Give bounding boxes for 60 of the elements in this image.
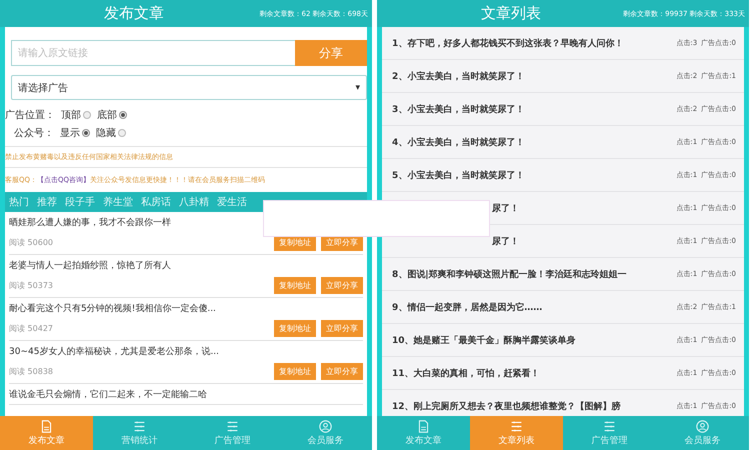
nav-tab[interactable]: 发布文章 [0, 416, 93, 450]
copy-link-button[interactable]: 复制地址 [274, 277, 316, 294]
article-title[interactable]: 2、小宝去美白，当时就笑尿了！ [392, 70, 524, 82]
copy-link-button[interactable]: 复制地址 [274, 363, 316, 380]
read-count: 阅读 50600 [9, 237, 53, 248]
list-icon [510, 420, 523, 432]
document-icon [40, 420, 53, 432]
screen-title: 发布文章 [104, 4, 164, 23]
document-icon [417, 420, 430, 432]
nav-tab[interactable]: 文章列表 [470, 416, 563, 450]
category-tab[interactable]: 爱生活 [217, 195, 247, 209]
nav-tab[interactable]: 营销统计 [93, 416, 186, 450]
user-icon [319, 420, 332, 432]
share-now-button[interactable]: 立即分享 [321, 320, 363, 337]
article-title[interactable]: 1、存下吧，好多人都花钱买不到这张表？早晚有人问你！ [392, 36, 624, 50]
nav-tab[interactable]: 广告管理 [563, 416, 656, 450]
article-title[interactable]: 8、图说|郑爽和李钟硕这照片配一脸！李治廷和志玲姐姐一 [392, 268, 627, 280]
nav-tab[interactable]: 发布文章 [377, 416, 470, 450]
radio-option[interactable]: 底部 [97, 108, 127, 122]
category-tab[interactable]: 八卦精 [179, 195, 209, 209]
share-now-button[interactable]: 立即分享 [321, 277, 363, 294]
user-icon [696, 420, 709, 432]
nav-tab[interactable]: 会员服务 [656, 416, 749, 450]
article-title[interactable]: 9、情侣一起变胖，居然是因为它…… [392, 300, 542, 314]
copy-link-button[interactable]: 复制地址 [274, 320, 316, 337]
radio-group-label: 公众号： [14, 127, 54, 140]
radio-option[interactable]: 隐藏 [96, 126, 126, 140]
caret-icon: ▾ [355, 82, 360, 92]
article-title[interactable]: 耐心看完这个只有5分钟的视频!我相信你一定会傻... [9, 302, 363, 315]
article-title[interactable]: 12、刚上完厕所又想去？夜里也频想谁整觉？【图解】膀 [392, 400, 621, 412]
share-button[interactable]: 分享 [295, 40, 367, 66]
article-title[interactable]: 10、她是赌王「最美千金」酥胸半露笑谈单身 [392, 334, 576, 346]
read-count: 阅读 50838 [9, 366, 53, 377]
category-tab[interactable]: 养生堂 [103, 195, 133, 209]
list-icon [603, 420, 616, 432]
list-icon [226, 420, 239, 432]
article-title[interactable]: 老婆与情人一起拍婚纱照，惊艳了所有人 [9, 259, 363, 272]
screen-title: 文章列表 [481, 4, 541, 23]
category-tab[interactable]: 推荐 [37, 195, 57, 209]
category-tab[interactable]: 热门 [9, 195, 29, 209]
article-title[interactable]: 谁说金毛只会煽情，它们二起来，不一定能输二哈 [9, 388, 363, 401]
article-title[interactable]: 30~45岁女人的幸福秘诀，尤其是爱老公那条，说... [9, 345, 363, 358]
list-icon [133, 420, 146, 432]
read-count: 阅读 50373 [9, 280, 53, 291]
article-title[interactable]: 3、小宝去美白，当时就笑尿了！ [392, 102, 524, 116]
url-input-field[interactable]: 请输入原文链接 [11, 40, 295, 66]
nav-tab[interactable]: 会员服务 [279, 416, 372, 450]
article-title[interactable]: 尿了！ [392, 234, 519, 248]
radio-group-label: 广告位置： [5, 108, 55, 122]
radio-option[interactable]: 顶部 [61, 108, 91, 122]
radio-option[interactable]: 显示 [60, 126, 90, 140]
article-title[interactable]: 4、小宝去美白，当时就笑尿了！ [392, 136, 524, 148]
article-title[interactable]: 5、小宝去美白，当时就笑尿了！ [392, 168, 524, 182]
share-now-button[interactable]: 立即分享 [321, 363, 363, 380]
nav-tab[interactable]: 广告管理 [186, 416, 279, 450]
ad-select-dropdown[interactable]: 请选择广告 ▾ [11, 75, 367, 100]
category-tab[interactable]: 私房话 [141, 195, 171, 209]
article-title[interactable]: 11、大白菜的真相，可怕，赶紧看！ [392, 366, 540, 380]
read-count: 阅读 50427 [9, 323, 53, 334]
category-tab[interactable]: 段子手 [65, 195, 95, 209]
